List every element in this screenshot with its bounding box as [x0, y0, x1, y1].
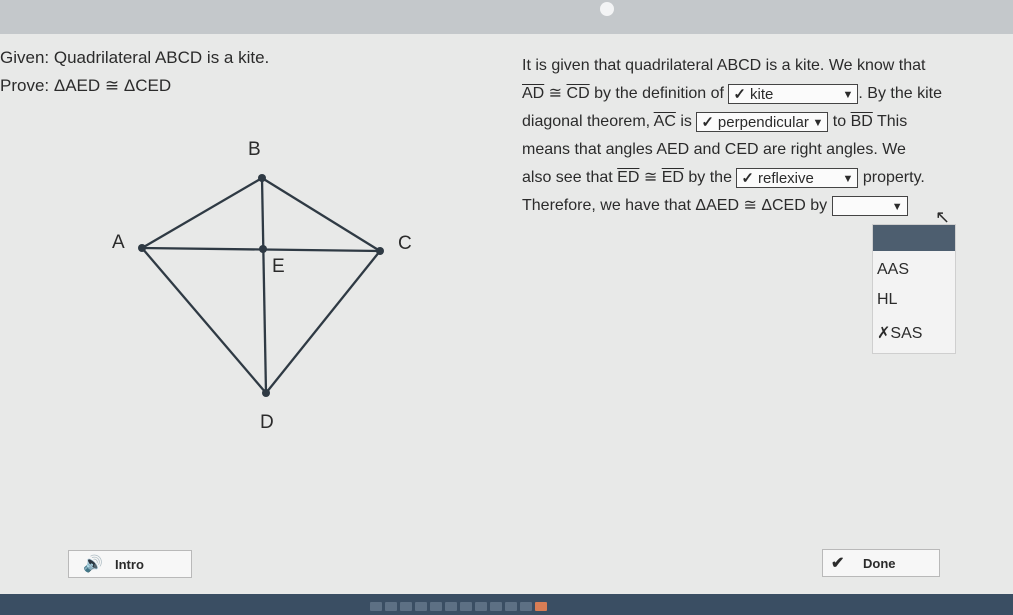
intro-button[interactable]: 🔊 Intro	[68, 550, 192, 578]
kite-figure: A B C D E	[112, 139, 412, 433]
label-C: C	[398, 233, 412, 254]
point-D	[262, 389, 270, 397]
progress-dot[interactable]	[370, 602, 382, 611]
menu-option-hl[interactable]: HL	[877, 291, 897, 309]
proof-text: to	[828, 113, 851, 130]
progress-dot[interactable]	[490, 602, 502, 611]
check-icon: ✓	[741, 169, 754, 187]
segment-cd-text: CD	[566, 85, 590, 102]
perpendicular-dropdown[interactable]: ✓ perpendicular ▼	[696, 111, 829, 132]
proof-text: by the definition of	[589, 85, 729, 102]
done-button-label: Done	[863, 556, 896, 571]
segment-ad-text: AD	[522, 85, 545, 102]
label-E: E	[272, 256, 285, 277]
progress-dot[interactable]	[430, 602, 442, 611]
done-button[interactable]: ✔ Done	[822, 549, 940, 577]
segment-ed-text: ED	[617, 169, 640, 186]
check-icon: ✔	[831, 555, 845, 572]
chevron-down-icon: ▼	[842, 88, 854, 101]
progress-dot[interactable]	[415, 602, 427, 611]
congruence-theorem-dropdown[interactable]: ▼	[831, 195, 908, 216]
progress-dot[interactable]	[520, 602, 532, 611]
proof-text: Therefore, we have that ΔAED ≅ ΔCED by	[522, 197, 832, 214]
congruent-symbol: ≅	[544, 85, 567, 102]
progress-dot[interactable]	[505, 602, 517, 611]
proof-text: diagonal theorem,	[522, 113, 654, 130]
progress-dots	[370, 602, 547, 611]
proof-line-1: It is given that quadrilateral ABCD is a…	[522, 57, 926, 74]
proof-line-3: diagonal theorem, AC is ✓ perpendicular ▼ …	[522, 108, 1010, 136]
chevron-down-icon: ▼	[891, 200, 903, 213]
progress-dot[interactable]	[445, 602, 457, 611]
dropdown-menu: AAS HL ✗SAS	[872, 224, 956, 354]
chevron-down-icon: ▼	[842, 172, 854, 185]
pointer-cursor-icon: ↖	[935, 207, 951, 227]
proof-text: property.	[858, 169, 925, 186]
prove-statement: Prove: ΔAED ≅ ΔCED	[0, 76, 172, 95]
progress-dot[interactable]	[385, 602, 397, 611]
chevron-down-icon: ▼	[812, 116, 824, 129]
kite-dropdown[interactable]: ✓ kite ▼	[728, 83, 859, 104]
label-B: B	[248, 139, 261, 160]
point-E	[259, 245, 267, 253]
progress-dot[interactable]	[400, 602, 412, 611]
progress-dot[interactable]	[460, 602, 472, 611]
dropdown-value: kite	[749, 85, 774, 103]
speaker-icon: 🔊	[83, 556, 103, 573]
reflexive-dropdown[interactable]: ✓ reflexive ▼	[736, 167, 859, 188]
dropdown-value: perpendicular	[717, 113, 809, 131]
point-A	[138, 244, 146, 252]
top-bar	[0, 0, 1013, 34]
progress-dot-current[interactable]	[535, 602, 547, 611]
proof-text: This	[872, 113, 908, 130]
segment-ac-text: AC	[653, 113, 676, 130]
proof-line-4: means that angles AED and CED are right …	[522, 141, 906, 158]
menu-header	[873, 225, 955, 251]
progress-footer	[0, 594, 1013, 615]
diagonal-BD	[260, 177, 268, 394]
proof-text: by the	[683, 169, 737, 186]
segment-bd-text: BD	[850, 113, 873, 130]
check-icon: ✓	[701, 113, 714, 131]
segment-AB	[141, 177, 263, 249]
segment-BC	[261, 177, 381, 252]
proof-line-2: AD ≅ CD by the definition of ✓ kite ▼ . By …	[522, 80, 1010, 108]
proof-text: also see that	[522, 169, 618, 186]
proof-text: is	[675, 113, 697, 130]
label-A: A	[112, 232, 125, 253]
top-bar-handle	[600, 2, 614, 16]
progress-dot[interactable]	[475, 602, 487, 611]
point-B	[258, 174, 266, 182]
menu-option-aas[interactable]: AAS	[877, 261, 909, 279]
intro-button-label: Intro	[115, 557, 144, 572]
check-icon: ✓	[733, 85, 746, 103]
given-statement: Given: Quadrilateral ABCD is a kite.	[0, 48, 270, 67]
dropdown-value: reflexive	[758, 169, 814, 187]
proof-paragraph: It is given that quadrilateral ABCD is a…	[522, 52, 1010, 220]
segment-ed-text: ED	[661, 169, 684, 186]
congruent-symbol: ≅	[639, 169, 662, 186]
label-D: D	[260, 412, 274, 433]
proof-text: . By the kite	[858, 85, 942, 102]
segment-DA	[141, 247, 267, 394]
menu-option-sas[interactable]: ✗SAS	[877, 323, 922, 343]
proof-line-5: also see that ED ≅ ED by the ✓ reflexive ▼…	[522, 164, 1010, 192]
point-C	[376, 247, 384, 255]
